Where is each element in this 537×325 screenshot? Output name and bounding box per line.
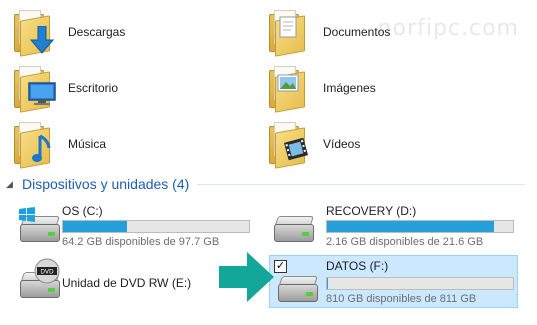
drive-dvd-e[interactable]: DVD Unidad de DVD RW (E:) [4, 258, 214, 308]
usage-bar [62, 220, 250, 233]
dvd-drive-icon: DVD [18, 258, 64, 306]
document-icon [279, 16, 297, 38]
folder-label: Descargas [68, 25, 126, 39]
folder-documentos[interactable]: Documentos [265, 6, 390, 58]
pointer-arrow-icon [219, 252, 274, 302]
folder-videos[interactable]: Vídeos [265, 118, 360, 170]
free-space-text: 810 GB disponibles de 811 GB [326, 293, 477, 305]
download-arrow-icon [30, 26, 54, 54]
folder-imagenes[interactable]: Imágenes [265, 62, 376, 114]
usage-bar [326, 220, 514, 233]
drive-recovery-d[interactable]: RECOVERY (D:) 2.16 GB disponibles de 21.… [258, 202, 523, 252]
picture-icon [277, 74, 299, 92]
collapse-chevron-icon[interactable]: ◢ [6, 179, 20, 190]
folder-icon [10, 8, 58, 57]
desktop-screen-icon [28, 82, 56, 105]
section-title: Dispositivos y unidades (4) [22, 176, 190, 192]
folder-label: Vídeos [323, 137, 361, 151]
usage-bar [326, 277, 514, 290]
dvd-disc-icon: DVD [34, 258, 60, 284]
folder-label: Música [68, 137, 107, 151]
folder-icon [10, 64, 58, 113]
drive-datos-f[interactable]: ✓ DATOS (F:) 810 GB disponibles de 811 G… [269, 255, 518, 308]
drive-os-c[interactable]: OS (C:) 64.2 GB disponibles de 97.7 GB [4, 202, 264, 252]
folder-icon [265, 120, 313, 169]
film-strip-icon [284, 137, 308, 161]
folder-icon [265, 64, 313, 113]
drive-name: Unidad de DVD RW (E:) [62, 276, 192, 290]
folder-musica[interactable]: Música [10, 118, 106, 170]
folder-icon [265, 8, 313, 57]
section-divider [197, 183, 525, 185]
hard-drive-icon [18, 207, 64, 250]
hard-drive-icon [276, 270, 322, 310]
free-space-text: 64.2 GB disponibles de 97.7 GB [62, 236, 220, 248]
folder-label: Imágenes [323, 81, 376, 95]
hard-drive-icon [272, 210, 318, 250]
windows-logo-icon [19, 207, 35, 222]
section-header-devices[interactable]: ◢ Dispositivos y unidades (4) [0, 172, 537, 196]
free-space-text: 2.16 GB disponibles de 21.6 GB [326, 236, 484, 248]
folder-label: Escritorio [68, 81, 119, 95]
folder-descargas[interactable]: Descargas [10, 6, 125, 58]
drive-name: OS (C:) [62, 204, 103, 218]
folder-escritorio[interactable]: Escritorio [10, 62, 118, 114]
svg-text:DVD: DVD [40, 269, 54, 276]
drive-name: DATOS (F:) [326, 259, 389, 273]
drive-name: RECOVERY (D:) [326, 204, 417, 218]
folder-icon [10, 120, 58, 169]
watermark: norfipc.com [377, 16, 519, 41]
music-note-icon [32, 134, 51, 162]
folder-label: Documentos [323, 25, 391, 39]
